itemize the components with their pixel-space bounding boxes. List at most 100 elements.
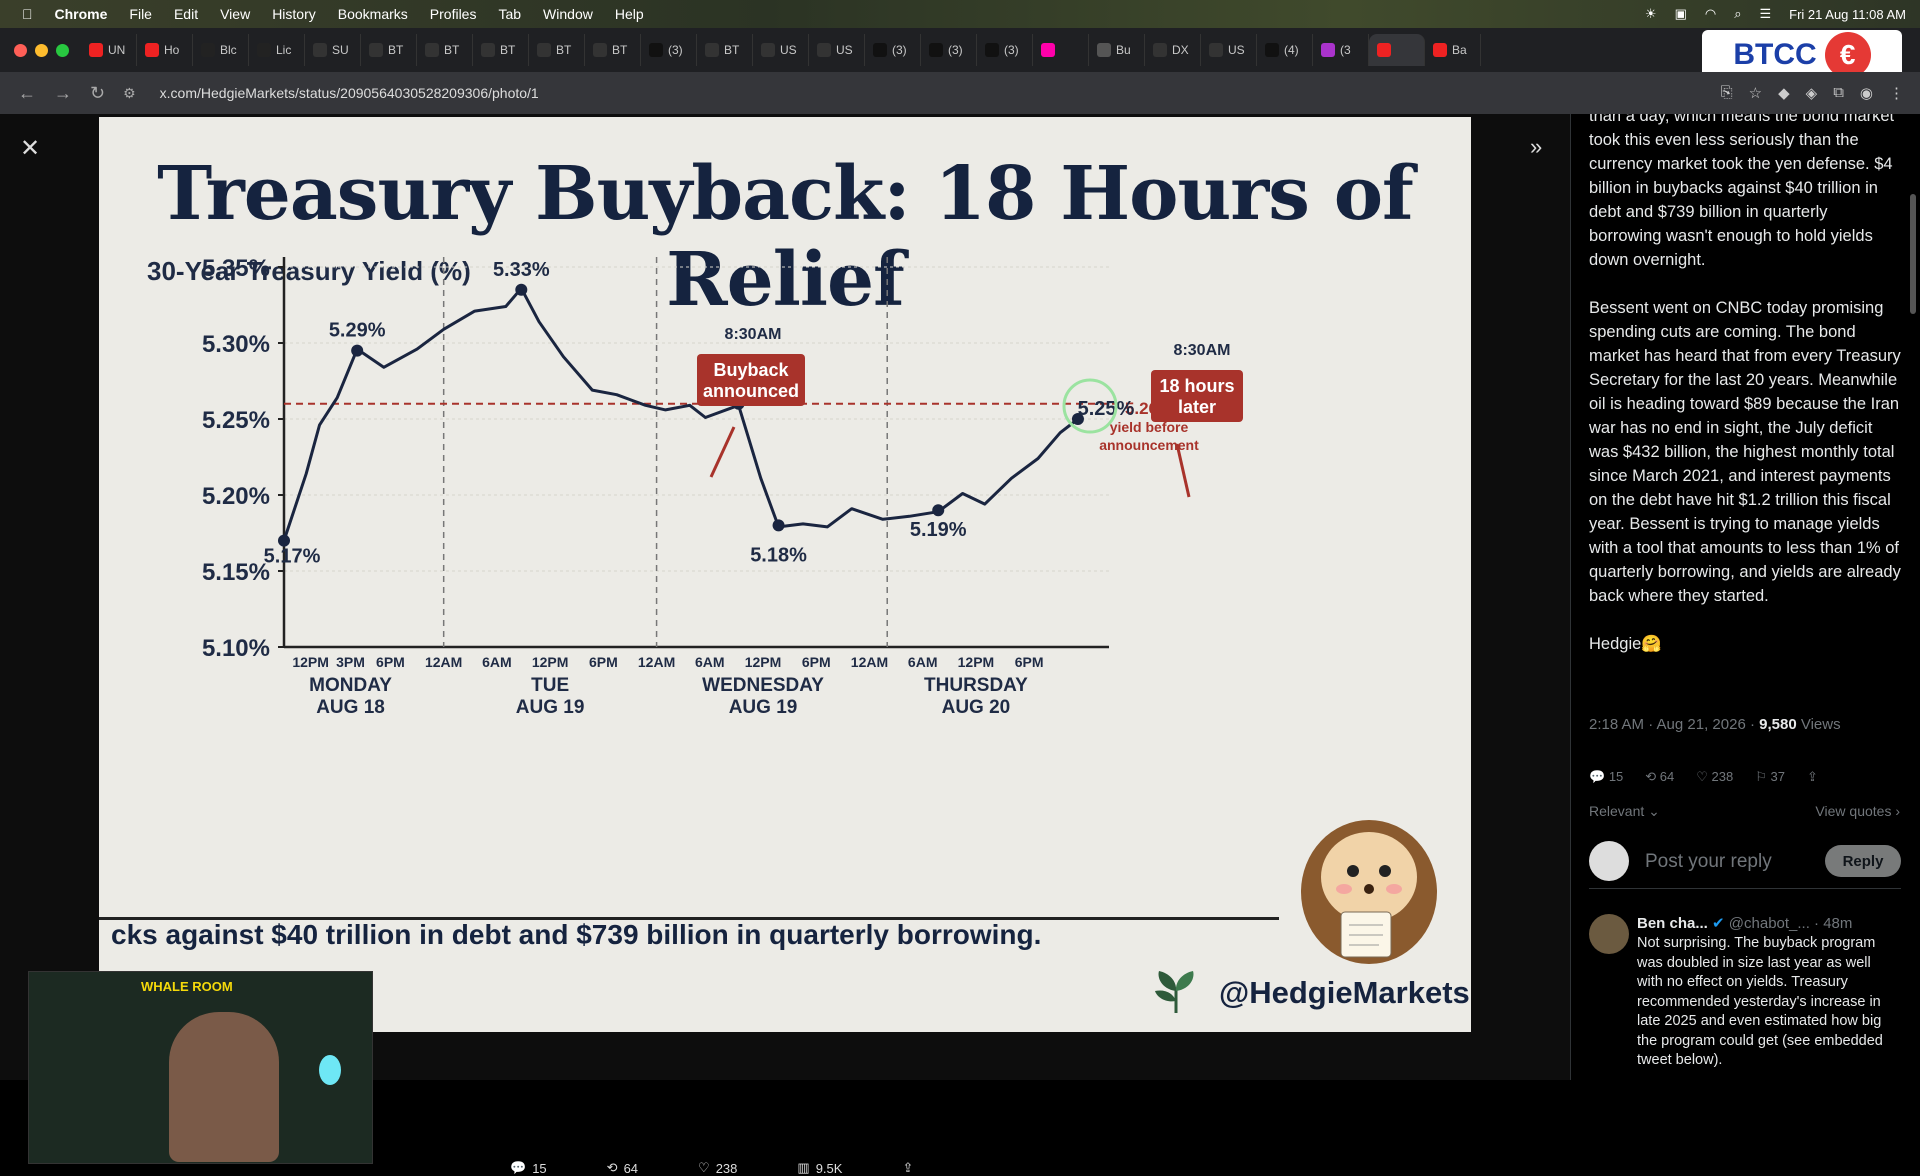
share-button[interactable]: ⇪ (902, 1160, 913, 1176)
menu-view[interactable]: View (220, 6, 250, 22)
menu-history[interactable]: History (272, 6, 316, 22)
menu-help[interactable]: Help (615, 6, 644, 22)
reply-submit-button[interactable]: Reply (1825, 845, 1901, 877)
reply-button[interactable]: 💬 15 (510, 1160, 547, 1176)
close-window-button[interactable] (14, 43, 27, 57)
more-menu-icon[interactable]: ⋮ (1889, 84, 1904, 102)
photo-viewer: ✕ » Treasury Buyback: 18 Hours of Relief… (0, 114, 1570, 1176)
browser-tab[interactable]: SU (305, 34, 361, 66)
browser-tab[interactable]: Lic (249, 34, 305, 66)
browser-tab[interactable]: BT (417, 34, 473, 66)
tab-label: (3) (668, 43, 683, 57)
browser-tab[interactable]: BT (529, 34, 585, 66)
control-center-icon[interactable]: ☰ (1760, 6, 1772, 22)
like-stat-count: 238 (1711, 769, 1734, 784)
share-icon[interactable]: ⇪ (1807, 769, 1818, 785)
wifi-icon[interactable]: ◠ (1705, 6, 1716, 22)
forward-icon[interactable]: → (54, 83, 72, 104)
menu-profiles[interactable]: Profiles (430, 6, 477, 22)
browser-tab[interactable]: US (753, 34, 809, 66)
repost-count: 64 (623, 1160, 639, 1176)
url-field[interactable]: x.com/HedgieMarkets/status/2090564030528… (160, 85, 539, 101)
browser-tab[interactable] (1369, 34, 1425, 66)
browser-tab[interactable]: Bu (1089, 34, 1145, 66)
like-button[interactable]: ♡ 238 (698, 1160, 737, 1176)
browser-tab[interactable]: Ho (137, 34, 193, 66)
bookmark-stat[interactable]: ⚐ 37 (1755, 769, 1785, 785)
site-info-icon[interactable]: ⚙ (123, 85, 136, 102)
y-tick-label: 5.10% (202, 635, 270, 662)
comment-handle[interactable]: @chabot_... · 48m (1729, 915, 1853, 932)
infographic-image: Treasury Buyback: 18 Hours of Relief 30-… (99, 117, 1471, 1032)
reply-stat[interactable]: 💬 15 (1589, 769, 1623, 785)
x-tick-label: 12AM (638, 654, 675, 670)
reply-input[interactable]: Post your reply (1645, 851, 1772, 873)
browser-tab[interactable]: BT (585, 34, 641, 66)
close-icon[interactable]: ✕ (20, 134, 40, 163)
extension-icon[interactable]: ◆ (1778, 84, 1790, 102)
point-label: 5.19% (910, 519, 967, 541)
profile-avatar-icon[interactable]: ◉ (1860, 84, 1873, 102)
apple-icon[interactable]:  (22, 6, 33, 22)
menu-file[interactable]: File (129, 6, 152, 22)
tab-favicon-icon (1097, 43, 1111, 57)
tab-favicon-icon (425, 43, 439, 57)
extension-icon[interactable]: ◈ (1806, 84, 1818, 102)
scrollbar[interactable] (1910, 194, 1916, 314)
sort-replies-dropdown[interactable]: Relevant ⌄ (1589, 803, 1660, 820)
tweet-paragraph: Bessent went on CNBC today promising spe… (1589, 299, 1901, 605)
y-tick-label: 5.20% (202, 483, 270, 510)
brightness-icon[interactable]: ☀ (1645, 6, 1657, 22)
browser-tab[interactable]: US (809, 34, 865, 66)
reply-count: 15 (532, 1160, 547, 1176)
browser-tab[interactable]: US (1201, 34, 1257, 66)
browser-tab[interactable]: BT (697, 34, 753, 66)
screen-record-icon[interactable]: ▣ (1675, 6, 1687, 22)
menubar-clock[interactable]: Fri 21 Aug 11:08 AM (1789, 7, 1906, 22)
back-icon[interactable]: ← (18, 83, 36, 104)
x-tick-label: 6PM (589, 654, 618, 670)
day-date-label: AUG 20 (942, 697, 1011, 718)
menu-app-name[interactable]: Chrome (55, 6, 108, 22)
tweet-time[interactable]: 2:18 AM · Aug 21, 2026 · (1589, 716, 1759, 733)
like-stat[interactable]: ♡ 238 (1696, 769, 1733, 785)
browser-tab[interactable] (1033, 34, 1089, 66)
browser-tab[interactable]: BT (473, 34, 529, 66)
browser-tab[interactable]: Blc (193, 34, 249, 66)
comment-author[interactable]: Ben cha... (1637, 915, 1708, 932)
browser-tab[interactable]: (4) (1257, 34, 1313, 66)
menu-bookmarks[interactable]: Bookmarks (338, 6, 408, 22)
view-quotes-link[interactable]: View quotes › (1815, 803, 1900, 819)
avatar[interactable] (1589, 914, 1629, 954)
zoom-window-button[interactable] (56, 43, 69, 57)
repost-button[interactable]: ⟲ 64 (607, 1160, 638, 1176)
browser-tab[interactable]: (3) (977, 34, 1033, 66)
browser-tab[interactable]: BT (361, 34, 417, 66)
menu-window[interactable]: Window (543, 6, 593, 22)
browser-tab[interactable]: Ba (1425, 34, 1481, 66)
browser-tab[interactable]: (3) (921, 34, 977, 66)
menu-edit[interactable]: Edit (174, 6, 198, 22)
bookmark-star-icon[interactable]: ☆ (1749, 84, 1762, 102)
repost-stat[interactable]: ⟲ 64 (1645, 769, 1674, 785)
point-label: 5.25% (1078, 398, 1135, 420)
extensions-puzzle-icon[interactable]: ⧉ (1833, 84, 1844, 102)
x-tick-label: 6PM (802, 654, 831, 670)
minimize-window-button[interactable] (35, 43, 48, 57)
collapse-panel-icon[interactable]: » (1530, 134, 1542, 160)
browser-tab[interactable]: (3 (1313, 34, 1369, 66)
views-button[interactable]: ▥ 9.5K (797, 1160, 842, 1176)
streamer-video (169, 1012, 279, 1162)
browser-tab[interactable]: UN (81, 34, 137, 66)
browser-tab[interactable]: (3) (641, 34, 697, 66)
browser-tab-strip: UN Ho Blc Lic SU BT BT BT BT BT (3) BT US US (3) (3) (3)… (0, 28, 1920, 72)
search-icon[interactable]: ⌕ (1734, 6, 1741, 22)
reload-icon[interactable]: ↻ (90, 83, 105, 104)
avatar (1589, 841, 1629, 881)
browser-tab[interactable]: DX (1145, 34, 1201, 66)
views-chart-icon: ▥ (797, 1160, 810, 1175)
annotation-text: announced (703, 381, 799, 401)
browser-tab[interactable]: (3) (865, 34, 921, 66)
install-icon[interactable]: ⎘ (1721, 84, 1733, 102)
menu-tab[interactable]: Tab (498, 6, 521, 22)
